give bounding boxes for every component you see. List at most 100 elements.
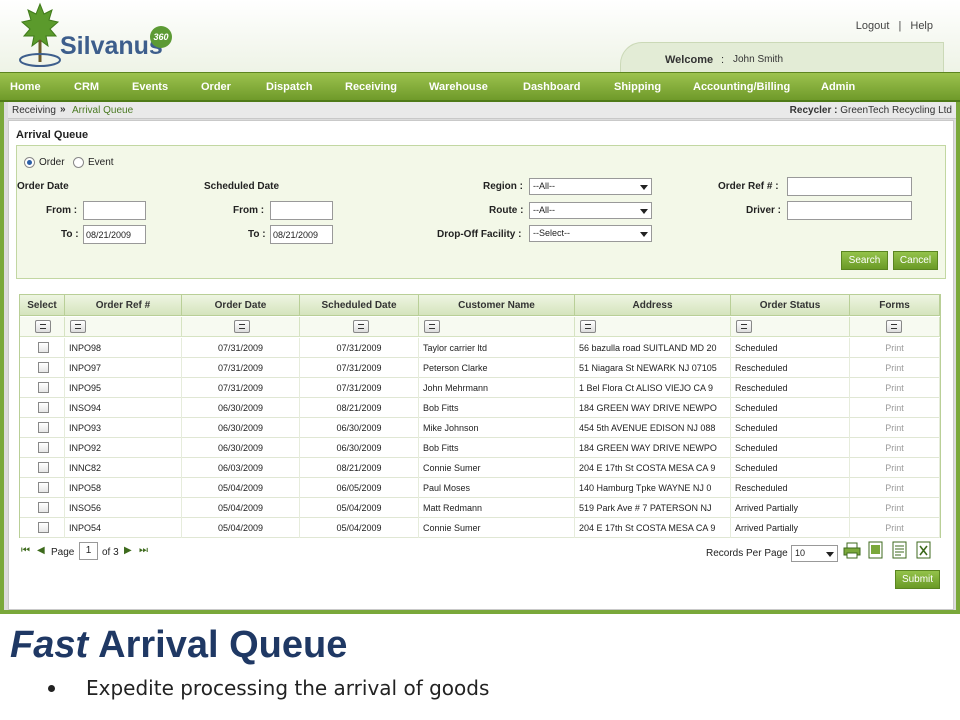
print-link[interactable]: Print bbox=[850, 498, 940, 518]
cell-address: 454 5th AVENUE EDISON NJ 088 bbox=[575, 418, 731, 438]
filter-equals-icon[interactable] bbox=[353, 320, 369, 333]
cell-ref: INPO92 bbox=[65, 438, 182, 458]
col-header-select[interactable]: Select bbox=[20, 295, 65, 316]
nav-item-admin[interactable]: Admin bbox=[821, 81, 855, 93]
col-header-scheduled-date[interactable]: Scheduled Date bbox=[300, 295, 419, 316]
silvanus-logo[interactable]: Silvanus 360 bbox=[18, 2, 178, 68]
cancel-button[interactable]: Cancel bbox=[893, 251, 938, 270]
pdf-export-icon[interactable] bbox=[867, 541, 885, 559]
logout-link[interactable]: Logout bbox=[856, 20, 890, 32]
table-row[interactable]: INPO93 06/30/2009 06/30/2009 Mike Johnson 45… bbox=[20, 418, 940, 438]
excel-export-icon[interactable] bbox=[915, 541, 933, 559]
facility-select[interactable]: --Select-- bbox=[529, 225, 652, 242]
nav-item-warehouse[interactable]: Warehouse bbox=[429, 81, 488, 93]
nav-item-order[interactable]: Order bbox=[201, 81, 231, 93]
print-link[interactable]: Print bbox=[850, 338, 940, 358]
filter-equals-icon[interactable] bbox=[424, 320, 440, 333]
order-to-input[interactable] bbox=[83, 225, 146, 244]
table-row[interactable]: INSO56 05/04/2009 05/04/2009 Matt Redmann 51… bbox=[20, 498, 940, 518]
cell-customer: John Mehrmann bbox=[419, 378, 575, 398]
sched-to-input[interactable] bbox=[270, 225, 333, 244]
radio-event[interactable] bbox=[73, 157, 84, 168]
print-link[interactable]: Print bbox=[850, 418, 940, 438]
nav-item-dashboard[interactable]: Dashboard bbox=[523, 81, 580, 93]
cell-address: 56 bazulla road SUITLAND MD 20 bbox=[575, 338, 731, 358]
logo-badge: 360 bbox=[150, 26, 172, 48]
nav-item-crm[interactable]: CRM bbox=[74, 81, 99, 93]
cell-order-date: 06/03/2009 bbox=[182, 458, 300, 478]
filter-equals-icon[interactable] bbox=[580, 320, 596, 333]
prev-page-icon[interactable]: ◀ bbox=[37, 545, 45, 556]
print-link[interactable]: Print bbox=[850, 398, 940, 418]
col-header-customer-name[interactable]: Customer Name bbox=[419, 295, 575, 316]
col-header-address[interactable]: Address bbox=[575, 295, 731, 316]
order-from-input[interactable] bbox=[83, 201, 146, 220]
records-per-page-select[interactable]: 10 bbox=[791, 545, 838, 562]
row-select-checkbox[interactable] bbox=[38, 402, 49, 413]
last-page-icon[interactable]: ⏭ bbox=[139, 545, 148, 556]
table-row[interactable]: INPO54 05/04/2009 05/04/2009 Connie Sumer 20… bbox=[20, 518, 940, 538]
col-header-order-date[interactable]: Order Date bbox=[182, 295, 300, 316]
search-button[interactable]: Search bbox=[841, 251, 888, 270]
cell-customer: Peterson Clarke bbox=[419, 358, 575, 378]
print-icon[interactable] bbox=[843, 541, 861, 559]
print-link[interactable]: Print bbox=[850, 478, 940, 498]
filter-equals-icon[interactable] bbox=[234, 320, 250, 333]
row-select-checkbox[interactable] bbox=[38, 482, 49, 493]
print-link[interactable]: Print bbox=[850, 378, 940, 398]
breadcrumb-receiving[interactable]: Receiving bbox=[12, 105, 56, 116]
next-page-icon[interactable]: ▶ bbox=[124, 545, 132, 556]
col-header-order-status[interactable]: Order Status bbox=[731, 295, 850, 316]
print-link[interactable]: Print bbox=[850, 358, 940, 378]
page-input[interactable]: 1 bbox=[79, 542, 98, 560]
filter-equals-icon[interactable] bbox=[35, 320, 51, 333]
row-select-checkbox[interactable] bbox=[38, 342, 49, 353]
nav-item-events[interactable]: Events bbox=[132, 81, 168, 93]
row-select-checkbox[interactable] bbox=[38, 522, 49, 533]
select-cell bbox=[20, 478, 65, 498]
table-row[interactable]: INNC82 06/03/2009 08/21/2009 Connie Sumer 20… bbox=[20, 458, 940, 478]
radio-order[interactable] bbox=[24, 157, 35, 168]
word-export-icon[interactable] bbox=[891, 541, 909, 559]
row-select-checkbox[interactable] bbox=[38, 442, 49, 453]
col-header-order-ref[interactable]: Order Ref # bbox=[65, 295, 182, 316]
table-row[interactable]: INPO95 07/31/2009 07/31/2009 John Mehrmann 1… bbox=[20, 378, 940, 398]
cell-ref: INSO56 bbox=[65, 498, 182, 518]
table-row[interactable]: INSO94 06/30/2009 08/21/2009 Bob Fitts 184 G… bbox=[20, 398, 940, 418]
region-select[interactable]: --All-- bbox=[529, 178, 652, 195]
route-select[interactable]: --All-- bbox=[529, 202, 652, 219]
nav-item-accounting-billing[interactable]: Accounting/Billing bbox=[693, 81, 790, 93]
print-link[interactable]: Print bbox=[850, 438, 940, 458]
help-link[interactable]: Help bbox=[910, 20, 933, 32]
print-link[interactable]: Print bbox=[850, 458, 940, 478]
nav-item-shipping[interactable]: Shipping bbox=[614, 81, 661, 93]
nav-item-dispatch[interactable]: Dispatch bbox=[266, 81, 312, 93]
row-select-checkbox[interactable] bbox=[38, 382, 49, 393]
leaf-logo-icon bbox=[19, 2, 61, 67]
filter-equals-icon[interactable] bbox=[886, 320, 902, 333]
cell-status: Scheduled bbox=[731, 418, 850, 438]
table-row[interactable]: INPO98 07/31/2009 07/31/2009 Taylor carrier… bbox=[20, 338, 940, 358]
nav-item-home[interactable]: Home bbox=[10, 81, 41, 93]
row-select-checkbox[interactable] bbox=[38, 362, 49, 373]
row-select-checkbox[interactable] bbox=[38, 502, 49, 513]
order-ref-input[interactable] bbox=[787, 177, 912, 196]
nav-item-receiving[interactable]: Receiving bbox=[345, 81, 397, 93]
table-row[interactable]: INPO92 06/30/2009 06/30/2009 Bob Fitts 184 G… bbox=[20, 438, 940, 458]
print-link[interactable]: Print bbox=[850, 518, 940, 538]
cell-order-date: 06/30/2009 bbox=[182, 418, 300, 438]
table-row[interactable]: INPO58 05/04/2009 06/05/2009 Paul Moses 140 … bbox=[20, 478, 940, 498]
filter-equals-icon[interactable] bbox=[70, 320, 86, 333]
first-page-icon[interactable]: ⏮ bbox=[21, 545, 30, 556]
driver-input[interactable] bbox=[787, 201, 912, 220]
filter-equals-icon[interactable] bbox=[736, 320, 752, 333]
submit-button[interactable]: Submit bbox=[895, 570, 940, 589]
col-header-forms[interactable]: Forms bbox=[850, 295, 940, 316]
region-label: Region : bbox=[483, 181, 523, 192]
row-select-checkbox[interactable] bbox=[38, 422, 49, 433]
row-select-checkbox[interactable] bbox=[38, 462, 49, 473]
sched-from-input[interactable] bbox=[270, 201, 333, 220]
order-to-label: To : bbox=[61, 229, 79, 240]
table-row[interactable]: INPO97 07/31/2009 07/31/2009 Peterson Clark… bbox=[20, 358, 940, 378]
slide-title-fast: Fast bbox=[10, 624, 89, 666]
